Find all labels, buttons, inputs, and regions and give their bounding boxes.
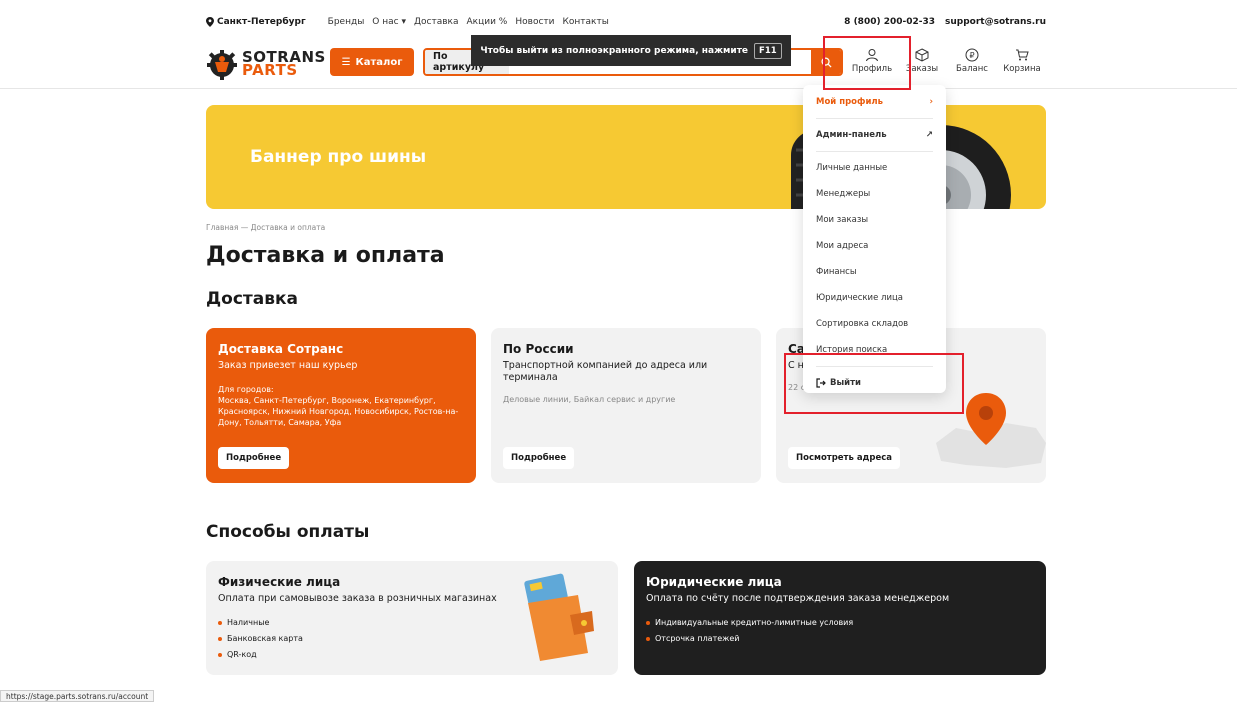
admin-panel-link[interactable]: Админ-панель ↗: [816, 122, 933, 148]
details-button[interactable]: Подробнее: [218, 447, 290, 469]
gear-logo-icon: [207, 50, 237, 80]
breadcrumb[interactable]: Главная — Доставка и оплата: [206, 223, 325, 232]
nav-about[interactable]: О нас ▾: [372, 17, 406, 27]
balance-button[interactable]: ₽ Баланс: [948, 48, 996, 80]
list-item-label: Отсрочка платежей: [655, 634, 740, 643]
list-item: Индивидуальные кредитно-лимитные условия: [646, 615, 1034, 631]
list-item-label: Индивидуальные кредитно-лимитные условия: [655, 618, 854, 627]
city-label: Санкт-Петербург: [217, 17, 306, 27]
top-utility-bar: Санкт-Петербург Бренды О нас ▾ Доставка …: [206, 15, 1046, 29]
top-nav: Бренды О нас ▾ Доставка Акции % Новости …: [328, 17, 609, 27]
menu-item-managers[interactable]: Менеджеры: [816, 181, 933, 207]
fullscreen-key: F11: [754, 42, 782, 59]
payment-heading: Способы оплаты: [206, 522, 370, 542]
status-bar-url: https://stage.parts.sotrans.ru/account: [0, 690, 155, 702]
site-logo[interactable]: SOTRANS PARTS: [206, 46, 326, 82]
admin-panel-label: Админ-панель: [816, 130, 887, 140]
cart-label: Корзина: [1003, 64, 1041, 74]
chevron-right-icon: ›: [929, 97, 933, 107]
highlight-profile-box: [823, 36, 911, 90]
nav-brands[interactable]: Бренды: [328, 17, 365, 27]
nav-about-label: О нас: [372, 17, 399, 27]
list-item: Отсрочка платежей: [646, 631, 1034, 647]
menu-item-legal-entities[interactable]: Юридические лица: [816, 285, 933, 311]
nav-news[interactable]: Новости: [515, 17, 554, 27]
card-subtitle: Транспортной компанией до адреса или тер…: [503, 360, 708, 383]
payment-card-individuals: Физические лица Оплата при самовывозе за…: [206, 561, 618, 675]
card-note: Москва, Санкт-Петербург, Воронеж, Екатер…: [218, 396, 459, 427]
catalog-button[interactable]: ☰ Каталог: [330, 48, 414, 76]
bullet-dot: [218, 621, 222, 625]
delivery-heading: Доставка: [206, 289, 298, 309]
card-subtitle: Оплата по счёту после подтверждения зака…: [646, 593, 950, 604]
card-title: Доставка Сотранс: [218, 342, 344, 356]
fullscreen-tooltip: Чтобы выйти из полноэкранного режима, на…: [471, 35, 791, 66]
menu-item-personal-data[interactable]: Личные данные: [816, 155, 933, 181]
card-title: По России: [503, 342, 574, 356]
city-selector[interactable]: Санкт-Петербург: [206, 17, 306, 27]
menu-item-my-addresses[interactable]: Мои адреса: [816, 233, 933, 259]
list-item-label: QR-код: [227, 650, 257, 659]
highlight-logout-box: [784, 353, 964, 414]
profile-dropdown: Мой профиль › Админ-панель ↗ Личные данн…: [803, 85, 946, 393]
delivery-card-russia: По России Транспортной компанией до адре…: [491, 328, 761, 483]
logo-line-2: PARTS: [242, 61, 298, 79]
catalog-search-icon: ☰: [341, 56, 351, 68]
payment-terms-list: Индивидуальные кредитно-лимитные условия…: [646, 615, 1034, 647]
email-link[interactable]: support@sotrans.ru: [945, 17, 1046, 27]
my-profile-label: Мой профиль: [816, 97, 883, 107]
view-addresses-button[interactable]: Посмотреть адреса: [788, 447, 901, 469]
chevron-down-icon: ▾: [401, 17, 406, 27]
cart-button[interactable]: Корзина: [998, 48, 1046, 80]
nav-promo-label: Акции: [466, 17, 496, 27]
balance-label: Баланс: [956, 64, 988, 74]
list-item-label: Банковская карта: [227, 634, 303, 643]
ruble-icon: ₽: [965, 48, 979, 62]
page-title: Доставка и оплата: [206, 243, 445, 268]
header-divider: [0, 88, 1237, 89]
my-profile-link[interactable]: Мой профиль ›: [816, 89, 933, 115]
catalog-label: Каталог: [355, 56, 403, 68]
delivery-card-sotrans: Доставка Сотранс Заказ привезет наш курь…: [206, 328, 476, 483]
card-subtitle: Заказ привезет наш курьер: [218, 360, 358, 371]
menu-item-finance[interactable]: Финансы: [816, 259, 933, 285]
nav-delivery[interactable]: Доставка: [414, 17, 459, 27]
menu-item-my-orders[interactable]: Мои заказы: [816, 207, 933, 233]
bullet-dot: [218, 637, 222, 641]
card-title: Юридические лица: [646, 575, 782, 589]
svg-text:₽: ₽: [969, 51, 974, 60]
list-item-label: Наличные: [227, 618, 270, 627]
banner-text: Баннер про шины: [250, 147, 427, 167]
details-button[interactable]: Подробнее: [503, 447, 575, 469]
nav-contacts[interactable]: Контакты: [562, 17, 608, 27]
divider: [816, 118, 933, 119]
bullet-dot: [218, 653, 222, 657]
wallet-image: [524, 573, 594, 661]
phone-link[interactable]: 8 (800) 200-02-33: [844, 17, 935, 27]
menu-item-warehouse-sort[interactable]: Сортировка складов: [816, 311, 933, 337]
payment-card-legal: Юридические лица Оплата по счёту после п…: [634, 561, 1046, 675]
bullet-dot: [646, 621, 650, 625]
box-icon: [915, 48, 929, 62]
percent-icon: %: [498, 17, 508, 27]
card-note: Деловые линии, Байкал сервис и другие: [503, 395, 676, 404]
nav-promo[interactable]: Акции %: [467, 17, 508, 27]
fullscreen-tip-text: Чтобы выйти из полноэкранного режима, на…: [480, 45, 749, 56]
bullet-dot: [646, 637, 650, 641]
card-note-title: Для городов:: [218, 385, 274, 394]
cart-icon: [1016, 49, 1029, 61]
divider: [816, 151, 933, 152]
arrow-up-right-icon: ↗: [925, 130, 933, 140]
location-pin-icon: [206, 17, 214, 27]
